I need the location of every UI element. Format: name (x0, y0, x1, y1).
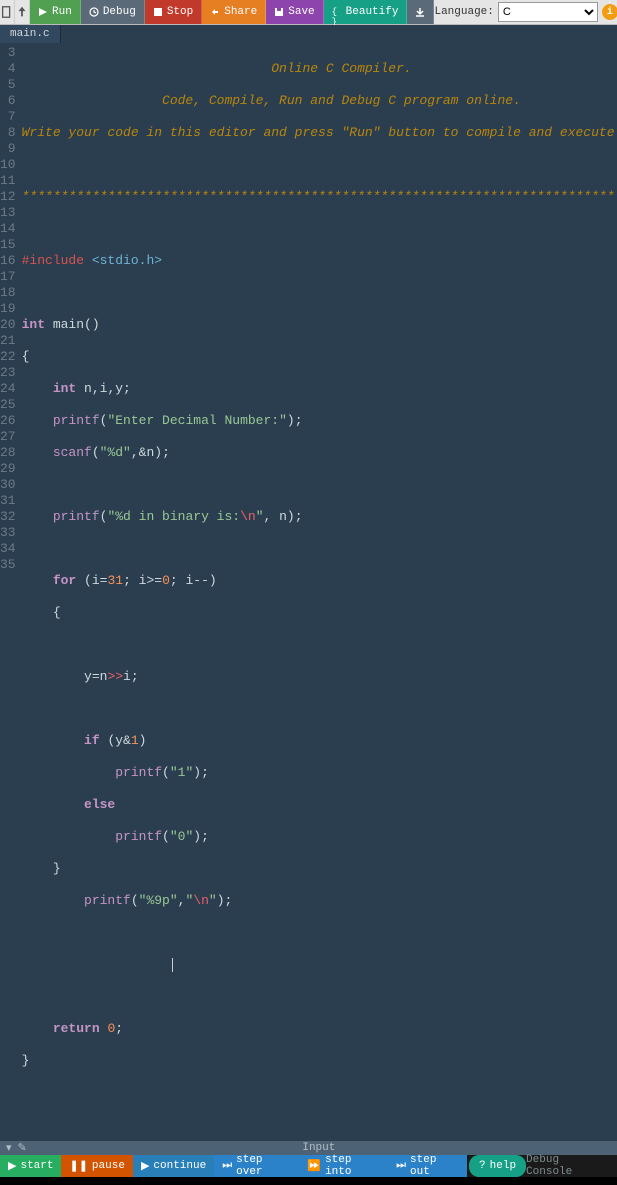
save-icon (274, 7, 284, 17)
download-icon (415, 7, 425, 17)
save-label: Save (288, 6, 314, 18)
debug-label: Debug (103, 6, 136, 18)
clock-icon (89, 7, 99, 17)
tab-bar: main.c (0, 25, 617, 43)
share-button[interactable]: Share (202, 0, 266, 24)
share-label: Share (224, 6, 257, 18)
code-editor[interactable]: 3456789101112131415161718192021222324252… (0, 43, 617, 1141)
dbg-continue-button[interactable]: ▶continue (133, 1155, 214, 1177)
play-icon (38, 7, 48, 17)
tab-main-c[interactable]: main.c (0, 25, 61, 43)
save-button[interactable]: Save (266, 0, 323, 24)
stop-icon (153, 7, 163, 17)
skip-icon: ⏭ (222, 1160, 232, 1172)
language-label: Language: (434, 6, 493, 18)
debug-toolbar: ▶start ❚❚pause ▶continue ⏭step over ⏩ste… (0, 1155, 617, 1177)
fastforward-icon: ⏩ (307, 1159, 321, 1173)
io-panel-header[interactable]: ▾ ✎ Input (0, 1141, 617, 1155)
run-label: Run (52, 6, 72, 18)
help-icon: ? (479, 1160, 486, 1172)
dbg-start-button[interactable]: ▶start (0, 1155, 61, 1177)
code-area[interactable]: Online C Compiler. Code, Compile, Run an… (22, 43, 617, 1135)
dbg-stepover-button[interactable]: ⏭step over (214, 1155, 299, 1177)
toolbar: Run Debug Stop Share Save { } Beautify L… (0, 0, 617, 25)
info-icon[interactable]: i (602, 4, 617, 20)
dbg-pause-button[interactable]: ❚❚pause (61, 1155, 132, 1177)
play-icon: ▶ (141, 1159, 149, 1173)
line-gutter: 3456789101112131415161718192021222324252… (0, 43, 22, 1135)
input-label: Input (27, 1142, 611, 1154)
skipend-icon: ⏭ (396, 1160, 406, 1172)
dbg-help-button[interactable]: ?help (469, 1155, 526, 1177)
play-icon: ▶ (8, 1159, 16, 1173)
download-button[interactable] (407, 0, 434, 24)
debug-console-label: Debug Console (526, 1154, 617, 1178)
pause-icon: ❚❚ (69, 1159, 87, 1173)
dbg-stepout-button[interactable]: ⏭step out (388, 1155, 467, 1177)
terminal-output[interactable]: Reading symbols from a.out...done. /usr/… (0, 1177, 617, 1185)
braces-icon: { } (332, 7, 342, 17)
upload-icon[interactable] (15, 0, 30, 24)
beautify-button[interactable]: { } Beautify (324, 0, 408, 24)
stop-label: Stop (167, 6, 193, 18)
new-file-icon[interactable] (0, 0, 15, 24)
share-icon (210, 7, 220, 17)
pencil-icon: ✎ (18, 1141, 27, 1155)
dbg-stepinto-button[interactable]: ⏩step into (299, 1155, 388, 1177)
chevron-down-icon: ▾ (6, 1141, 12, 1155)
language-select[interactable]: C (498, 2, 598, 22)
text-cursor (172, 958, 173, 972)
beautify-label: Beautify (346, 6, 399, 18)
debug-button[interactable]: Debug (81, 0, 145, 24)
run-button[interactable]: Run (30, 0, 81, 24)
stop-button[interactable]: Stop (145, 0, 202, 24)
